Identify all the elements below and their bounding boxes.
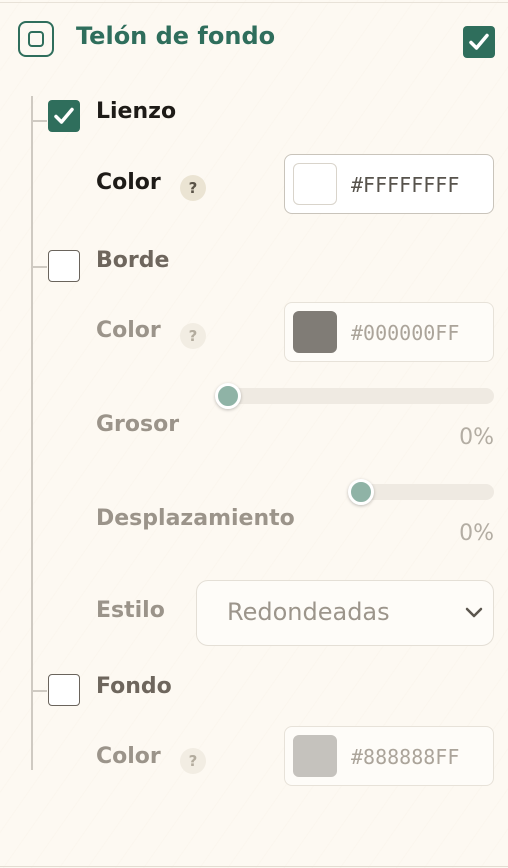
grosor-label: Grosor	[96, 412, 180, 437]
tree-branch-borde	[31, 266, 47, 268]
top-divider	[0, 2, 508, 3]
fondo-color-hex[interactable]: #888888FF	[351, 745, 459, 769]
grosor-slider-track[interactable]	[224, 388, 494, 404]
square-in-square-icon	[28, 31, 44, 47]
grosor-slider-thumb[interactable]	[215, 383, 241, 409]
lienzo-color-picker[interactable]: #FFFFFFFF	[284, 154, 494, 214]
estilo-select[interactable]: Redondeadas	[196, 580, 494, 646]
lienzo-color-swatch[interactable]	[293, 163, 337, 205]
lienzo-checkbox[interactable]	[48, 100, 80, 132]
borde-label: Borde	[96, 248, 170, 273]
chevron-down-icon	[465, 607, 483, 618]
estilo-select-value: Redondeadas	[227, 598, 390, 626]
fondo-label: Fondo	[96, 674, 172, 699]
grosor-value: 0%	[459, 425, 494, 450]
backdrop-panel: Telón de fondo Lienzo Color ? #FFFFFFFF …	[0, 0, 508, 868]
help-icon[interactable]: ?	[180, 748, 206, 774]
borde-color-hex[interactable]: #000000FF	[351, 321, 459, 345]
borde-color-swatch[interactable]	[293, 311, 337, 353]
tree-branch-fondo	[31, 690, 47, 692]
bottom-divider	[0, 866, 508, 867]
fondo-color-swatch[interactable]	[293, 735, 337, 777]
fondo-color-picker[interactable]: #888888FF	[284, 726, 494, 786]
desplazamiento-value: 0%	[459, 521, 494, 546]
backdrop-enable-checkbox[interactable]	[463, 26, 495, 58]
desplazamiento-label: Desplazamiento	[96, 506, 295, 531]
checkmark-icon	[54, 107, 74, 124]
help-icon[interactable]: ?	[180, 175, 206, 201]
section-title: Telón de fondo	[76, 22, 276, 50]
tree-line	[31, 96, 33, 770]
borde-color-label: Color	[96, 318, 161, 343]
lienzo-label: Lienzo	[96, 99, 177, 124]
desplazamiento-slider-track[interactable]	[356, 484, 494, 500]
tree-branch-lienzo	[31, 120, 47, 122]
help-icon[interactable]: ?	[180, 323, 206, 349]
estilo-label: Estilo	[96, 598, 165, 623]
borde-color-picker[interactable]: #000000FF	[284, 302, 494, 362]
lienzo-color-label: Color	[96, 170, 161, 195]
fondo-color-label: Color	[96, 744, 161, 769]
fondo-checkbox[interactable]	[48, 674, 80, 706]
desplazamiento-slider-thumb[interactable]	[348, 479, 374, 505]
backdrop-section-icon	[18, 21, 54, 57]
borde-checkbox[interactable]	[48, 250, 80, 282]
checkmark-icon	[469, 33, 489, 50]
lienzo-color-hex[interactable]: #FFFFFFFF	[351, 173, 459, 197]
